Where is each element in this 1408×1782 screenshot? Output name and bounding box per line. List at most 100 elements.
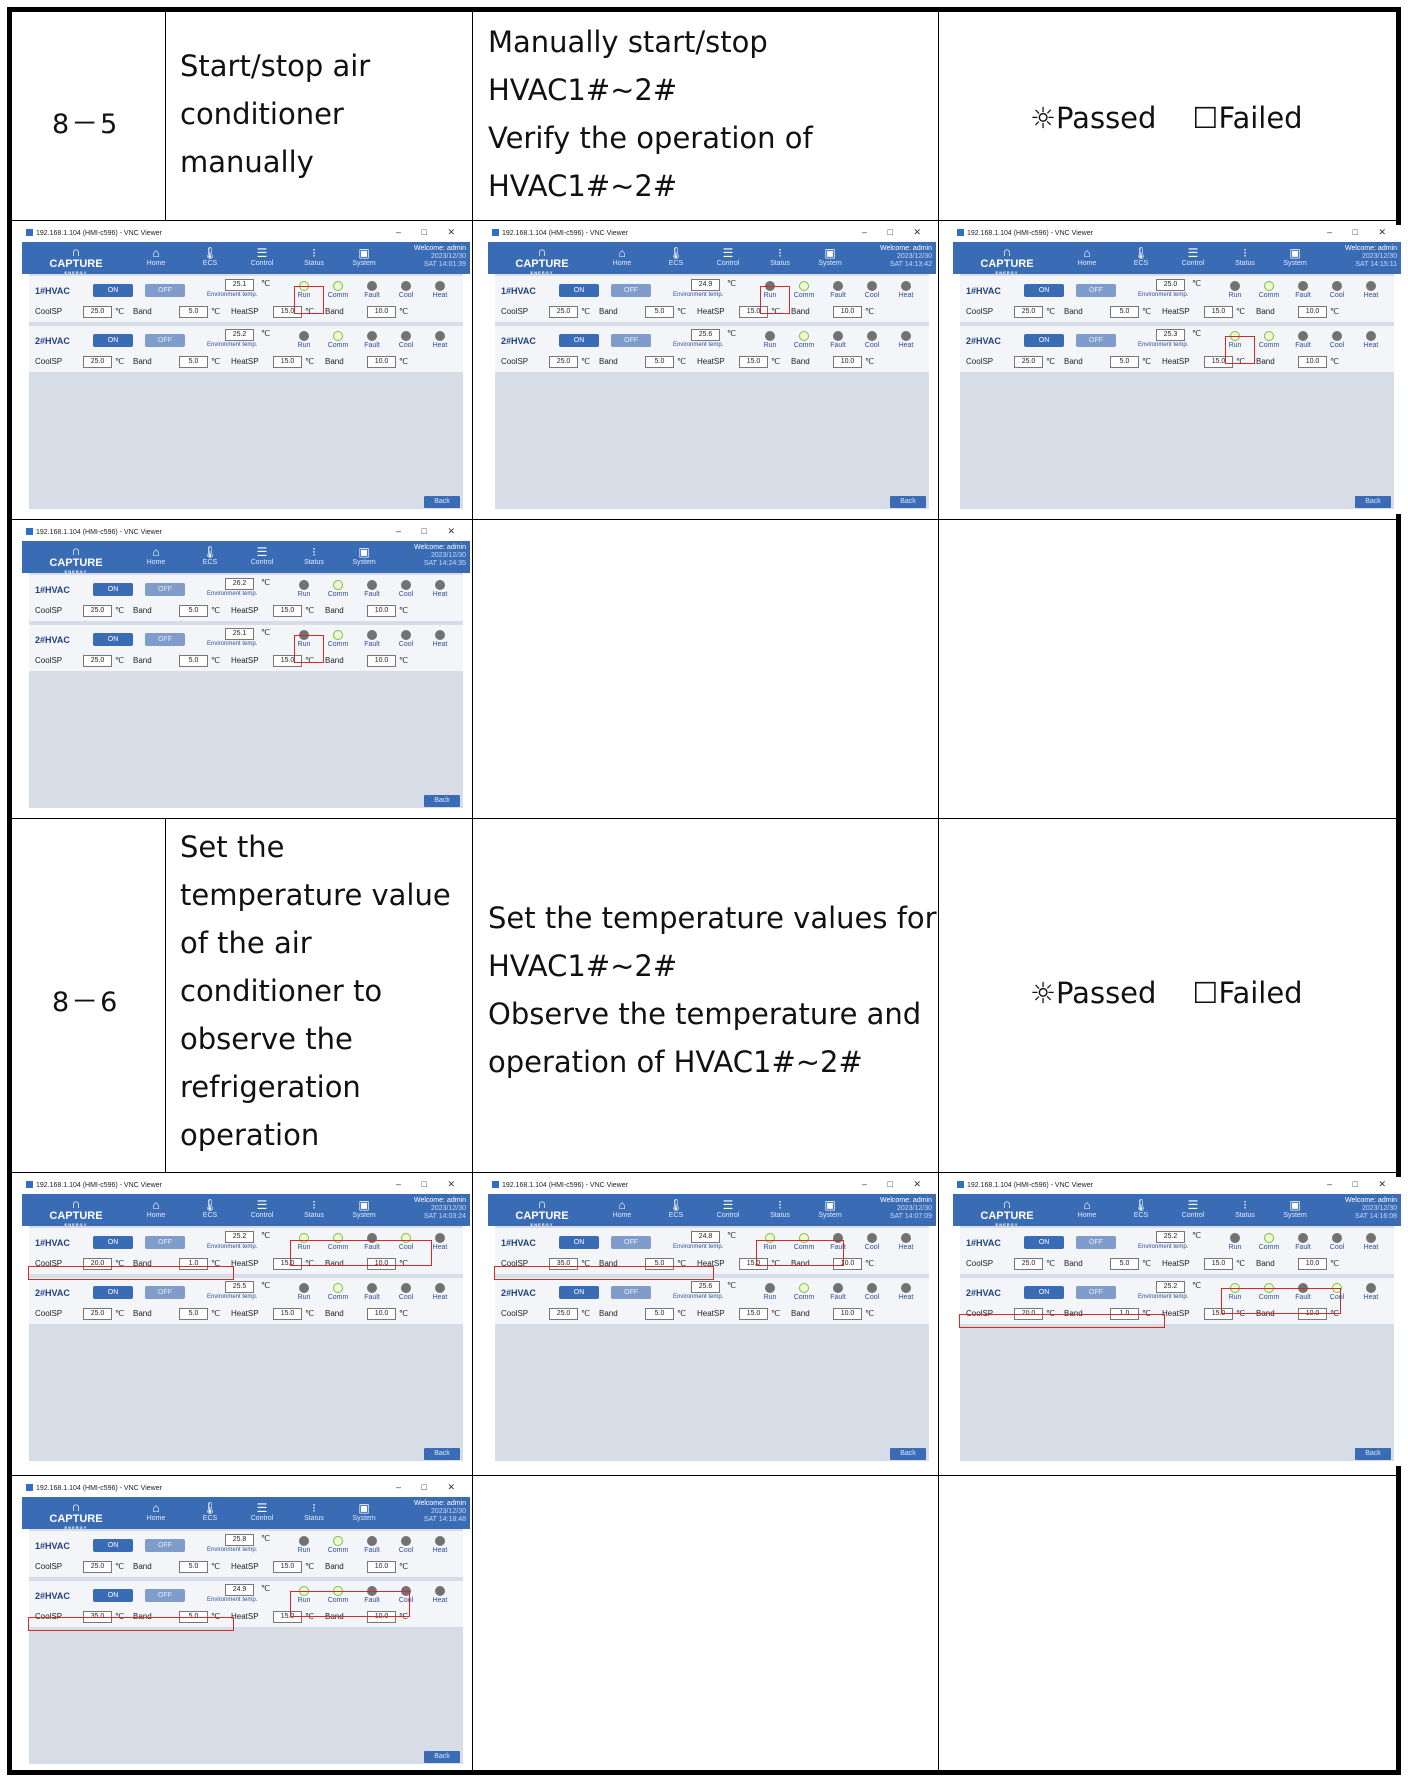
band2-input[interactable]: 10.0	[833, 356, 862, 368]
band-input[interactable]: 5.0	[179, 655, 208, 667]
failed-checkbox-icon[interactable]: ☐	[1192, 976, 1218, 1010]
heatsp-input[interactable]: 15.0	[273, 356, 302, 368]
heatsp-input[interactable]: 15.0	[273, 1561, 302, 1573]
nav-ecs[interactable]: 🌡 ECS	[190, 1198, 230, 1219]
off-button[interactable]: OFF	[145, 633, 185, 646]
band-input[interactable]: 5.0	[179, 306, 208, 318]
off-button[interactable]: OFF	[1076, 1286, 1116, 1299]
heatsp-input[interactable]: 15.0	[273, 655, 302, 667]
on-button[interactable]: ON	[559, 284, 599, 297]
on-button[interactable]: ON	[559, 1236, 599, 1249]
heatsp-input[interactable]: 15.0	[1204, 306, 1233, 318]
band2-input[interactable]: 10.0	[833, 1258, 862, 1270]
on-button[interactable]: ON	[93, 1539, 133, 1552]
nav-status[interactable]: ⁝ Status	[1225, 1198, 1265, 1219]
band2-input[interactable]: 10.0	[367, 1258, 396, 1270]
nav-home[interactable]: ⌂ Home	[136, 545, 176, 566]
back-button[interactable]: Back	[1355, 496, 1391, 508]
off-button[interactable]: OFF	[145, 334, 185, 347]
coolsp-input[interactable]: 25.0	[83, 655, 112, 667]
band2-input[interactable]: 10.0	[367, 356, 396, 368]
off-button[interactable]: OFF	[611, 1286, 651, 1299]
nav-home[interactable]: ⌂ Home	[1067, 246, 1107, 267]
band2-input[interactable]: 10.0	[367, 1611, 396, 1623]
band2-input[interactable]: 10.0	[1298, 306, 1327, 318]
nav-ecs[interactable]: 🌡 ECS	[190, 1501, 230, 1522]
band2-input[interactable]: 10.0	[367, 1561, 396, 1573]
on-button[interactable]: ON	[93, 633, 133, 646]
coolsp-input[interactable]: 25.0	[549, 1308, 578, 1320]
band2-input[interactable]: 10.0	[1298, 1258, 1327, 1270]
band2-input[interactable]: 10.0	[367, 306, 396, 318]
coolsp-input[interactable]: 25.0	[1014, 306, 1043, 318]
nav-system[interactable]: ▣ System	[810, 246, 850, 267]
coolsp-input[interactable]: 25.0	[83, 605, 112, 617]
on-button[interactable]: ON	[559, 1286, 599, 1299]
band-input[interactable]: 1.0	[1110, 1308, 1139, 1320]
nav-system[interactable]: ▣ System	[810, 1198, 850, 1219]
passed-checkbox-icon[interactable]: ☼	[1030, 976, 1056, 1010]
heatsp-input[interactable]: 15.0	[273, 1258, 302, 1270]
band2-input[interactable]: 10.0	[367, 605, 396, 617]
nav-status[interactable]: ⁝ Status	[1225, 246, 1265, 267]
nav-system[interactable]: ▣ System	[1275, 1198, 1315, 1219]
off-button[interactable]: OFF	[1076, 334, 1116, 347]
nav-system[interactable]: ▣ System	[344, 246, 384, 267]
off-button[interactable]: OFF	[145, 284, 185, 297]
off-button[interactable]: OFF	[611, 334, 651, 347]
heatsp-input[interactable]: 15.0	[273, 306, 302, 318]
nav-status[interactable]: ⁝ Status	[294, 1501, 334, 1522]
window-controls[interactable]: – □ ✕	[1327, 1179, 1395, 1190]
nav-ecs[interactable]: 🌡 ECS	[656, 1198, 696, 1219]
nav-control[interactable]: ☰ Control	[708, 1198, 748, 1219]
failed-checkbox-icon[interactable]: ☐	[1192, 101, 1218, 135]
heatsp-input[interactable]: 15.0	[273, 1308, 302, 1320]
on-button[interactable]: ON	[93, 1286, 133, 1299]
coolsp-input[interactable]: 25.0	[1014, 1258, 1043, 1270]
coolsp-input[interactable]: 25.0	[1014, 356, 1043, 368]
coolsp-input[interactable]: 25.0	[83, 1561, 112, 1573]
back-button[interactable]: Back	[890, 1448, 926, 1460]
nav-control[interactable]: ☰ Control	[1173, 1198, 1213, 1219]
band-input[interactable]: 5.0	[645, 1258, 674, 1270]
coolsp-input[interactable]: 35.0	[83, 1611, 112, 1623]
nav-system[interactable]: ▣ System	[1275, 246, 1315, 267]
on-button[interactable]: ON	[1024, 334, 1064, 347]
band-input[interactable]: 5.0	[1110, 306, 1139, 318]
window-controls[interactable]: – □ ✕	[1327, 227, 1395, 238]
nav-status[interactable]: ⁝ Status	[294, 545, 334, 566]
nav-control[interactable]: ☰ Control	[242, 1198, 282, 1219]
on-button[interactable]: ON	[1024, 1286, 1064, 1299]
band-input[interactable]: 5.0	[179, 1308, 208, 1320]
heatsp-input[interactable]: 15.0	[739, 1308, 768, 1320]
on-button[interactable]: ON	[93, 284, 133, 297]
nav-system[interactable]: ▣ System	[344, 545, 384, 566]
nav-status[interactable]: ⁝ Status	[294, 246, 334, 267]
nav-control[interactable]: ☰ Control	[708, 246, 748, 267]
back-button[interactable]: Back	[1355, 1448, 1391, 1460]
band-input[interactable]: 5.0	[179, 605, 208, 617]
nav-system[interactable]: ▣ System	[344, 1501, 384, 1522]
window-controls[interactable]: – □ ✕	[862, 227, 930, 238]
nav-control[interactable]: ☰ Control	[242, 545, 282, 566]
back-button[interactable]: Back	[424, 1751, 460, 1763]
nav-system[interactable]: ▣ System	[344, 1198, 384, 1219]
off-button[interactable]: OFF	[1076, 1236, 1116, 1249]
off-button[interactable]: OFF	[145, 583, 185, 596]
band2-input[interactable]: 10.0	[833, 1308, 862, 1320]
band2-input[interactable]: 10.0	[1298, 356, 1327, 368]
window-controls[interactable]: – □ ✕	[396, 1179, 464, 1190]
back-button[interactable]: Back	[424, 496, 460, 508]
coolsp-input[interactable]: 25.0	[549, 356, 578, 368]
nav-ecs[interactable]: 🌡 ECS	[1121, 246, 1161, 267]
band-input[interactable]: 5.0	[1110, 1258, 1139, 1270]
back-button[interactable]: Back	[890, 496, 926, 508]
nav-home[interactable]: ⌂ Home	[136, 1501, 176, 1522]
coolsp-input[interactable]: 20.0	[1014, 1308, 1043, 1320]
nav-status[interactable]: ⁝ Status	[760, 246, 800, 267]
window-controls[interactable]: – □ ✕	[396, 1482, 464, 1493]
window-controls[interactable]: – □ ✕	[396, 227, 464, 238]
nav-home[interactable]: ⌂ Home	[136, 1198, 176, 1219]
heatsp-input[interactable]: 15.0	[1204, 1308, 1233, 1320]
nav-control[interactable]: ☰ Control	[242, 1501, 282, 1522]
